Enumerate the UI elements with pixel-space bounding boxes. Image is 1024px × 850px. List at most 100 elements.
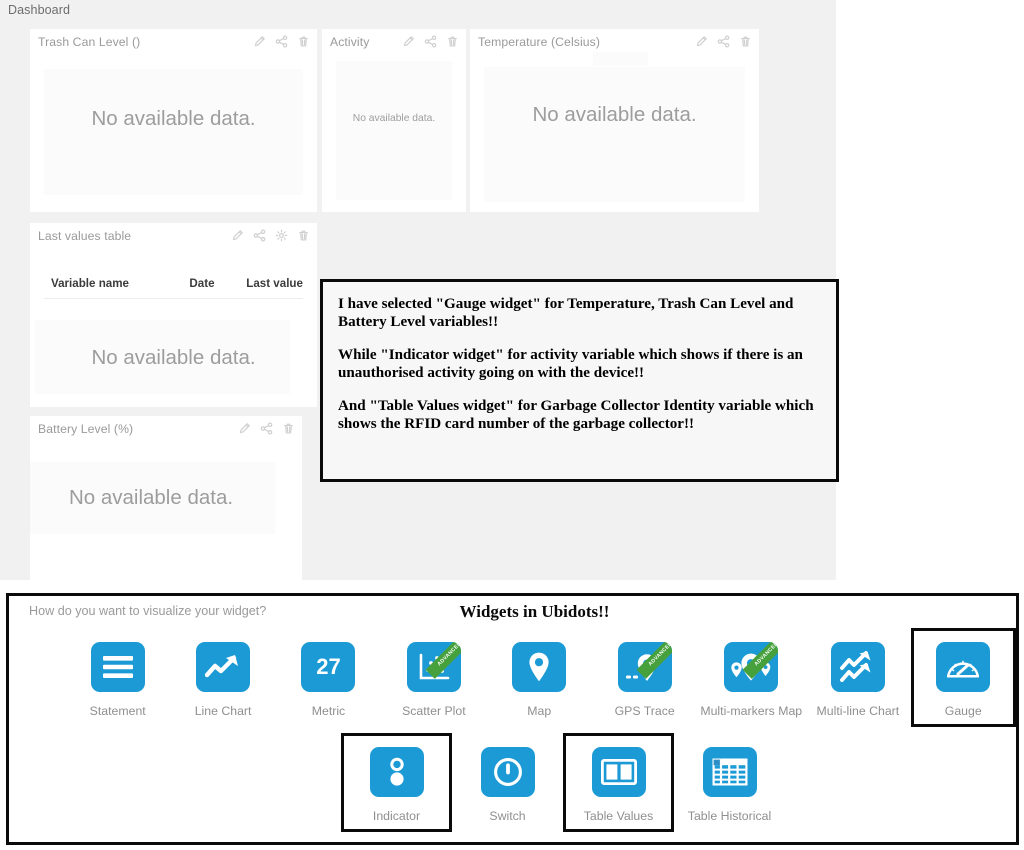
trash-icon[interactable]: [446, 35, 459, 48]
widget-option-scatter-plot[interactable]: ADVANCED Scatter Plot: [381, 628, 486, 727]
pencil-icon[interactable]: [695, 35, 708, 48]
widget-option-label: Statement: [89, 704, 146, 718]
column-header-date: Date: [189, 277, 215, 290]
widget-body: No available data.: [30, 442, 302, 580]
share-icon[interactable]: [275, 35, 288, 48]
placeholder-block: [44, 69, 303, 195]
widget-option-map[interactable]: Map: [487, 628, 592, 727]
widget-option-statement[interactable]: Statement: [65, 628, 170, 727]
share-icon[interactable]: [717, 35, 730, 48]
widget-body: Variable name Date Last value No availab…: [30, 249, 317, 407]
table-historical-icon: [702, 747, 757, 797]
widget-grid-row-1: Statement Line Chart 27 Metric ADVANCED …: [9, 628, 1016, 727]
widget-option-label: Metric: [311, 704, 346, 718]
share-icon[interactable]: [260, 422, 273, 435]
annotation-paragraph-1: I have selected "Gauge widget" for Tempe…: [338, 296, 794, 331]
widget-card-temperature[interactable]: Temperature (Celsius) No available data.: [470, 29, 759, 212]
widget-body: No available data.: [470, 52, 759, 212]
table-header-row: Variable name Date Last value: [44, 277, 303, 300]
widget-option-label: Scatter Plot: [402, 704, 466, 718]
map-pin-icon: [512, 642, 567, 692]
trash-icon[interactable]: [739, 35, 752, 48]
widget-option-gauge[interactable]: Gauge: [910, 628, 1016, 727]
no-data-message: No available data.: [532, 103, 697, 126]
widget-option-indicator[interactable]: Indicator: [341, 733, 452, 832]
widget-card-last-values-table[interactable]: Last values table Variable name Date Las…: [30, 223, 317, 407]
widget-option-label: Line Chart: [194, 704, 252, 718]
multi-line-chart-icon: [830, 642, 885, 692]
metric-value: 27: [316, 654, 341, 679]
widget-grid-row-2: Indicator Switch Table Values Table Hist…: [9, 733, 1016, 832]
widget-option-label: Map: [527, 704, 552, 718]
page-title: Dashboard: [8, 3, 71, 17]
placeholder-block: [593, 52, 648, 66]
column-header-last-value: Last value: [246, 277, 303, 290]
widget-type-grid: Statement Line Chart 27 Metric ADVANCED …: [9, 628, 1016, 832]
pencil-icon[interactable]: [238, 422, 251, 435]
widget-actions: [253, 35, 310, 48]
widget-option-switch[interactable]: Switch: [452, 733, 563, 832]
widget-option-label: Table Historical: [687, 809, 772, 823]
no-data-message: No available data.: [352, 113, 436, 124]
indicator-icon: [369, 747, 424, 797]
trash-icon[interactable]: [297, 35, 310, 48]
line-chart-icon: [196, 642, 251, 692]
widget-actions: [402, 35, 459, 48]
multi-markers-map-icon: ADVANCED: [724, 642, 779, 692]
table-values-icon: [591, 747, 646, 797]
no-data-message: No available data.: [91, 107, 256, 130]
widget-actions: [695, 35, 752, 48]
widget-card-trash-can-level[interactable]: Trash Can Level () No available data.: [30, 29, 317, 212]
widget-option-label: Gauge: [944, 704, 982, 718]
widget-option-gps-trace[interactable]: ADVANCED GPS Trace: [592, 628, 697, 727]
widget-body: No available data.: [322, 55, 466, 212]
widget-option-label: Multi-markers Map: [700, 704, 803, 718]
pencil-icon[interactable]: [253, 35, 266, 48]
widget-header: Last values table: [30, 223, 317, 249]
widget-option-table-historical[interactable]: Table Historical: [674, 733, 785, 832]
widget-picker-panel: How do you want to visualize your widget…: [6, 593, 1019, 845]
column-header-variable-name: Variable name: [51, 277, 129, 290]
picker-heading: Widgets in Ubidots!!: [459, 602, 610, 621]
widget-option-label: GPS Trace: [614, 704, 675, 718]
scatter-plot-icon: ADVANCED: [406, 642, 461, 692]
advanced-badge-label: ADVANCED: [436, 642, 461, 668]
widget-header: Trash Can Level (): [30, 29, 317, 55]
pencil-icon[interactable]: [402, 35, 415, 48]
widget-header: Battery Level (%): [30, 416, 302, 442]
share-icon[interactable]: [253, 229, 266, 242]
widget-option-label: Indicator: [372, 809, 421, 823]
widget-option-label: Multi-line Chart: [816, 704, 900, 718]
widget-card-battery-level[interactable]: Battery Level (%) No available data.: [30, 416, 302, 580]
dashboard-pane: Dashboard Trash Can Level () No availabl…: [0, 0, 839, 580]
trash-icon[interactable]: [297, 229, 310, 242]
gps-trace-icon: ADVANCED: [617, 642, 672, 692]
no-data-message: No available data.: [68, 486, 234, 509]
widget-card-activity[interactable]: Activity No available data.: [322, 29, 466, 212]
placeholder-block: [336, 61, 452, 200]
widget-option-metric[interactable]: 27 Metric: [276, 628, 381, 727]
share-icon[interactable]: [424, 35, 437, 48]
statement-icon: [90, 642, 145, 692]
widget-body: No available data.: [30, 55, 317, 212]
trash-icon[interactable]: [282, 422, 295, 435]
widget-option-multi-markers-map[interactable]: ADVANCED Multi-markers Map: [697, 628, 805, 727]
widget-option-table-values[interactable]: Table Values: [563, 733, 674, 832]
screen: Dashboard Trash Can Level () No availabl…: [0, 0, 1024, 850]
widget-actions: [231, 229, 310, 242]
pencil-icon[interactable]: [231, 229, 244, 242]
gauge-icon: [936, 642, 991, 692]
advanced-badge-label: ADVANCED: [647, 642, 672, 668]
widget-option-label: Switch: [489, 809, 526, 823]
annotation-callout: I have selected "Gauge widget" for Tempe…: [320, 279, 839, 482]
no-data-message: No available data.: [91, 346, 256, 369]
widget-option-multi-line-chart[interactable]: Multi-line Chart: [805, 628, 910, 727]
switch-icon: [480, 747, 535, 797]
widget-option-label: Table Values: [583, 809, 654, 823]
placeholder-block: [484, 67, 745, 202]
gear-icon[interactable]: [275, 229, 288, 242]
widget-header: Activity: [322, 29, 466, 55]
metric-icon: 27: [301, 642, 356, 692]
widget-option-line-chart[interactable]: Line Chart: [170, 628, 275, 727]
widget-actions: [238, 422, 295, 435]
